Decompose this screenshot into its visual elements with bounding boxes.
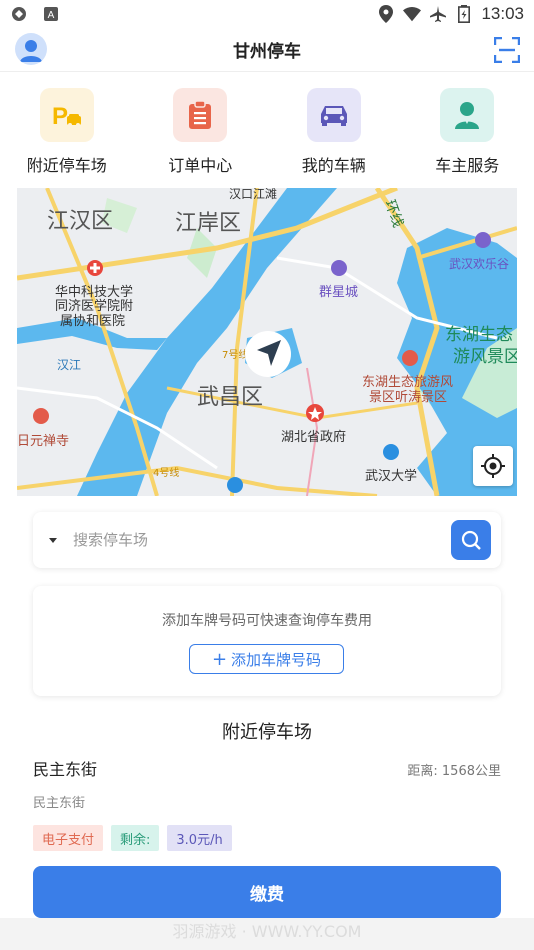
add-plate-button[interactable]: + 添加车牌号码 [189, 644, 344, 674]
svg-text:P: P [52, 103, 68, 130]
map-label: 江汉区 [47, 209, 113, 234]
quick-label: 订单中心 [168, 156, 233, 175]
map-label: 群星城 [319, 285, 358, 300]
tag-price: 3.0元/h [167, 825, 232, 851]
app-notification-icon: A [42, 5, 60, 23]
lot-distance: 距离: 1568公里 [407, 764, 501, 779]
map-canvas: 江汉区 江岸区 汉口江滩 华中科技大学 同济医学院附 属协和医院 汉江 群星城 … [17, 188, 517, 496]
parking-lot-item[interactable]: 民主东街 距离: 1568公里 民主东街 电子支付 剩余: 3.0元/h [33, 756, 501, 851]
tag-remaining: 剩余: [111, 825, 160, 851]
map-label: 武汉大学 [365, 468, 417, 484]
plate-hint: 添加车牌号码可快速查询停车费用 [162, 613, 372, 629]
page-title: 甘州停车 [233, 42, 301, 62]
clock: 13:03 [481, 4, 524, 23]
dropdown-caret-icon[interactable] [49, 537, 57, 543]
map-label: 武汉欢乐谷 [449, 256, 509, 271]
map-label: 东湖生态旅游风 [362, 375, 453, 390]
locate-me-button[interactable] [473, 446, 513, 486]
plate-card: 添加车牌号码可快速查询停车费用 + 添加车牌号码 [33, 586, 501, 696]
nearby-parking-entry[interactable]: P 附近停车场 [0, 82, 134, 182]
wifi-icon [403, 5, 422, 23]
map-label: 武昌区 [197, 385, 263, 410]
my-vehicle-entry[interactable]: 我的车辆 [267, 82, 401, 182]
status-bar: A 13:03 [0, 0, 534, 28]
airplane-icon [429, 5, 447, 23]
map-label: 汉口江滩 [229, 188, 277, 201]
map-label: 属协和医院 [60, 314, 125, 329]
pay-button[interactable]: 缴费 [33, 866, 501, 918]
map-label: 同济医学院附 [55, 298, 133, 314]
map-label: 景区听涛景区 [369, 389, 447, 405]
map-label: 7号线 [222, 348, 248, 361]
nearby-section-title: 附近停车场 [222, 722, 312, 743]
owner-service-entry[interactable]: 车主服务 [401, 82, 534, 182]
quick-menu: P 附近停车场 订单中心 我的车辆 车主服务 [0, 82, 534, 182]
search-button[interactable] [451, 520, 491, 560]
svg-text:A: A [48, 10, 55, 21]
lot-address: 民主东街 [33, 796, 86, 811]
map-label: 4号线 [153, 466, 179, 479]
lot-tags: 电子支付 剩余: 3.0元/h [33, 825, 501, 851]
scan-icon [493, 36, 521, 64]
parking-icon: P [39, 88, 94, 142]
quick-label: 附近停车场 [26, 156, 107, 175]
location-icon [377, 5, 395, 23]
map-label: 华中科技大学 [55, 284, 133, 300]
battery-icon [455, 5, 473, 23]
plus-icon: + [211, 648, 228, 670]
map-label: 湖北省政府 [281, 430, 346, 445]
scan-button[interactable] [493, 36, 521, 64]
order-center-entry[interactable]: 订单中心 [134, 82, 268, 182]
notification-icon [10, 5, 28, 23]
map-label: 日元禅寺 [17, 434, 69, 449]
search-input[interactable] [73, 531, 433, 549]
app-bar: 甘州停车 [0, 28, 534, 72]
quick-label: 我的车辆 [301, 156, 366, 175]
map-label: 汉江 [57, 358, 81, 372]
map-view[interactable]: 江汉区 江岸区 汉口江滩 华中科技大学 同济医学院附 属协和医院 汉江 群星城 … [17, 188, 517, 496]
target-icon [481, 454, 505, 478]
avatar[interactable] [15, 33, 47, 65]
search-bar [33, 512, 501, 568]
clipboard-icon [173, 88, 228, 142]
add-plate-label: 添加车牌号码 [231, 650, 322, 669]
user-icon [20, 40, 42, 62]
map-label: 江岸区 [175, 211, 241, 236]
watermark: 羽源游戏 · WWW.YY.COM [0, 918, 534, 950]
car-icon [306, 88, 361, 142]
quick-label: 车主服务 [435, 156, 500, 175]
map-label: 东湖生态 [445, 325, 513, 345]
tag-electronic-payment: 电子支付 [33, 825, 104, 851]
search-icon [461, 530, 481, 550]
map-label: 游风景区 [453, 347, 517, 367]
service-person-icon [440, 88, 495, 142]
